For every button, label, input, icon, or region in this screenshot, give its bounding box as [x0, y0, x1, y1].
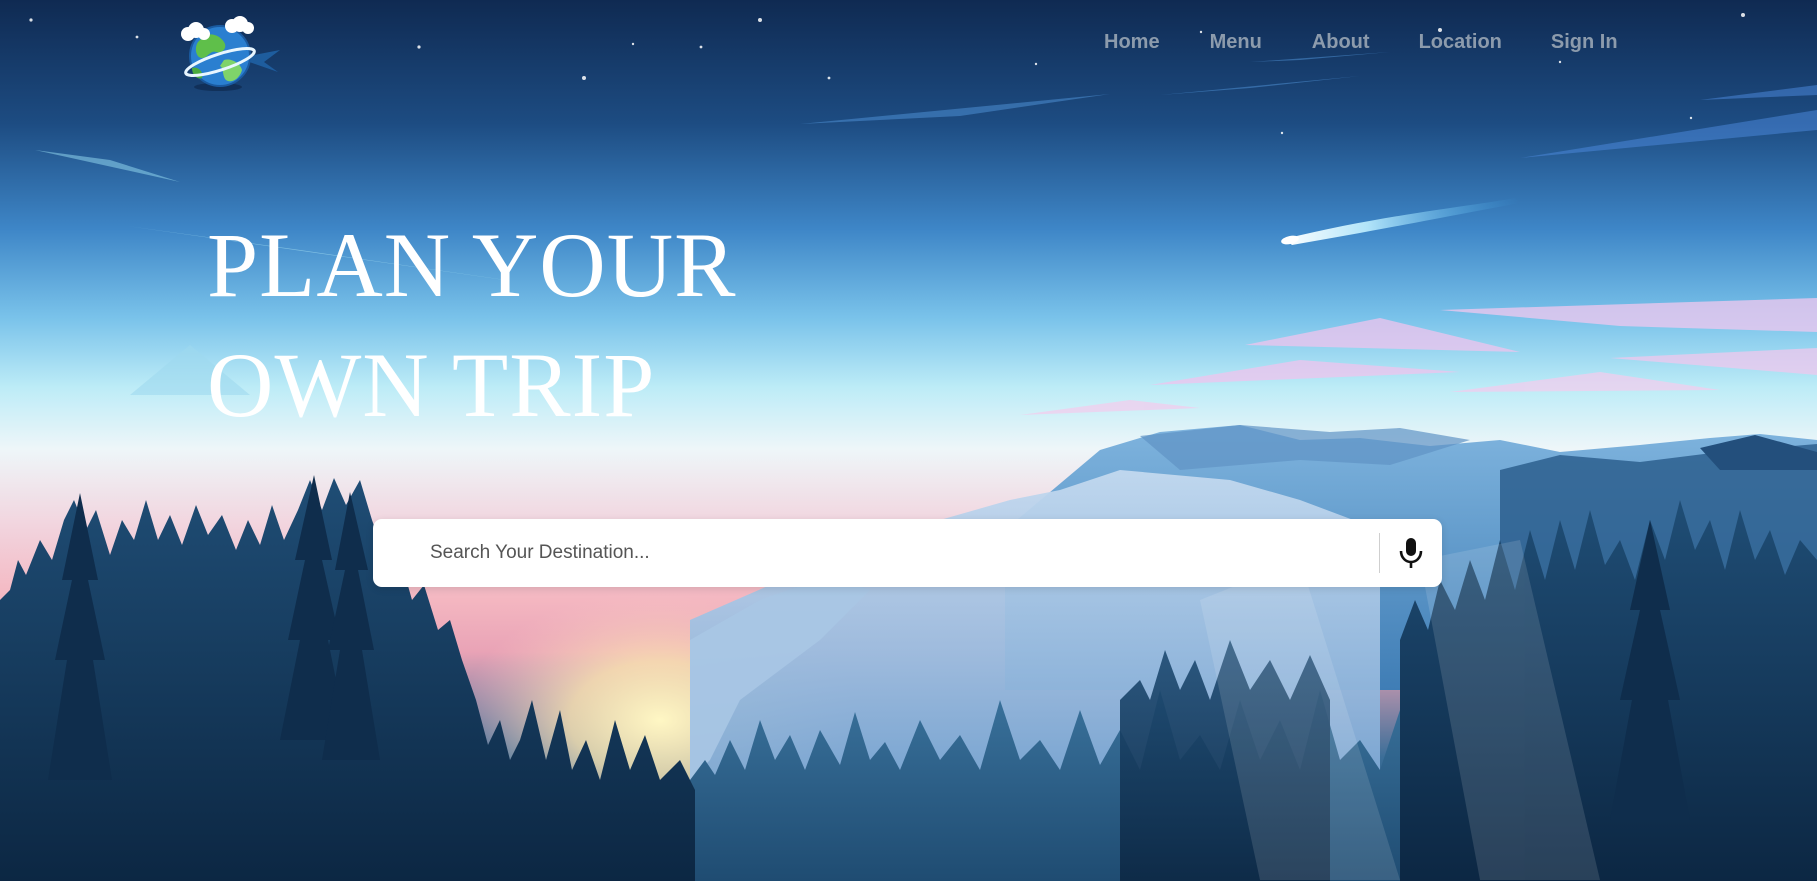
nav-about-link[interactable]: About: [1312, 27, 1370, 57]
hero-headline: PLAN YOUR OWN TRIP: [207, 205, 737, 445]
nav-menu-link[interactable]: Menu: [1210, 27, 1262, 57]
nav-location-link[interactable]: Location: [1419, 27, 1502, 57]
hero-headline-line-2: OWN TRIP: [207, 334, 656, 436]
hero-background: Home Menu About Location Sign In PLAN YO…: [0, 0, 1817, 881]
nav-home-link[interactable]: Home: [1104, 27, 1160, 57]
nav-signin-link[interactable]: Sign In: [1551, 27, 1618, 57]
globe-logo-icon[interactable]: [168, 14, 286, 96]
destination-search-input[interactable]: [373, 519, 1379, 587]
microphone-icon: [1399, 538, 1423, 568]
voice-search-button[interactable]: [1380, 519, 1442, 587]
hero-headline-line-1: PLAN YOUR: [207, 214, 737, 316]
destination-search-bar: [373, 519, 1442, 587]
main-navigation: Home Menu About Location Sign In: [1090, 27, 1618, 57]
